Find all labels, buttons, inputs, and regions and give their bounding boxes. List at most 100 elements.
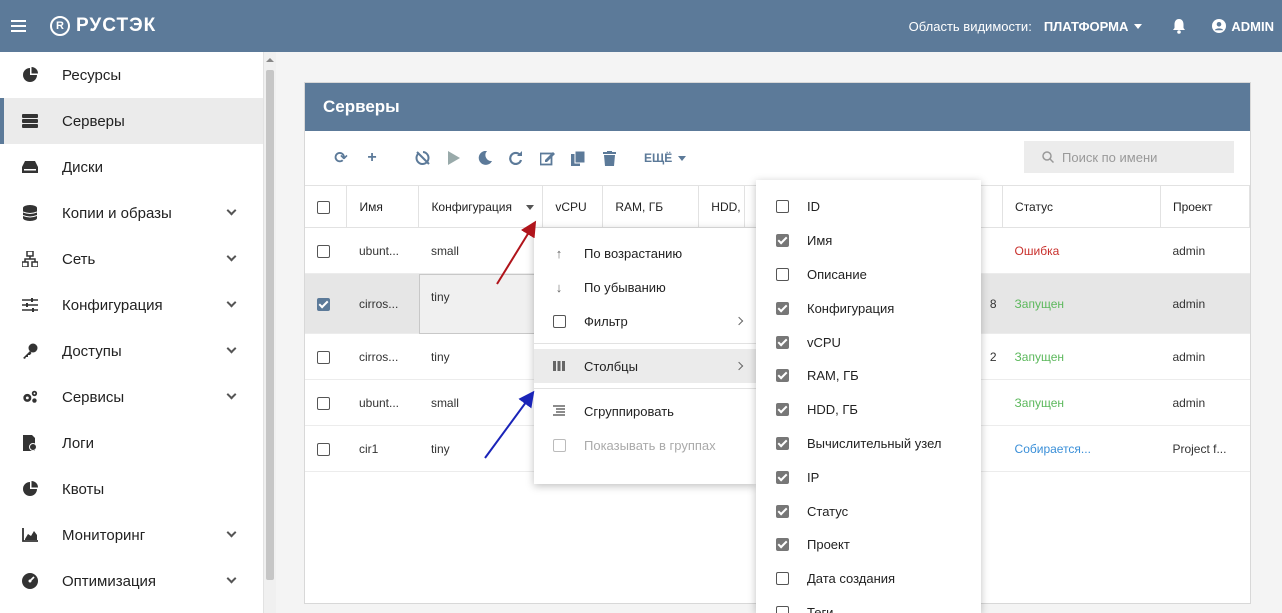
row-checkbox[interactable] [317,350,330,364]
moon-icon[interactable] [475,148,495,168]
trash-icon[interactable] [599,148,619,168]
scroll-up-icon[interactable] [266,58,274,62]
refresh-icon[interactable]: ⟳ [331,148,351,168]
column-checkbox[interactable] [776,470,789,484]
column-header-vcpu[interactable]: vCPU [542,185,604,228]
column-checkbox[interactable] [776,436,789,450]
menu-item-filter[interactable]: Фильтр [534,304,756,338]
column-option-compute-node[interactable]: Вычислительный узел [756,427,981,461]
more-button[interactable]: ЕЩЁ [644,151,687,165]
sidebar-item-network[interactable]: Сеть [0,236,263,282]
column-menu-icon[interactable] [525,204,534,210]
menu-item-show-groups: Показывать в группах [534,428,756,462]
row-checkbox[interactable] [317,396,330,410]
row-checkbox[interactable] [317,244,330,258]
menu-item-label: Сгруппировать [584,403,674,419]
column-option-status[interactable]: Статус [756,494,981,528]
sidebar-item-optimization[interactable]: Оптимизация [0,558,263,604]
pie-chart-icon [22,67,38,83]
sidebar-item-configuration[interactable]: Конфигурация [0,282,263,328]
scope-selector[interactable]: ПЛАТФОРМА [1044,19,1143,34]
sidebar-item-label: Мониторинг [62,526,146,544]
scrollbar-thumb[interactable] [266,70,274,580]
sidebar-item-label: Логи [62,434,95,452]
column-header-hdd[interactable]: HDD, [698,185,746,228]
menu-item-sort-desc[interactable]: ↓ По убыванию [534,270,756,304]
column-option-project[interactable]: Проект [756,528,981,562]
sidebar-item-access[interactable]: Доступы [0,328,263,374]
column-checkbox[interactable] [776,267,789,281]
sidebar-item-monitoring[interactable]: Мониторинг [0,512,263,558]
gauge-icon [22,573,38,589]
search-input[interactable]: Поиск по имени [1024,141,1234,173]
server-name[interactable]: cirros... [346,333,419,380]
status-badge: Запущен [1002,273,1161,334]
group-icon [552,405,566,417]
sidebar-item-label: Копии и образы [62,204,172,222]
user-menu[interactable]: ADMIN [1212,19,1274,34]
column-option-ip[interactable]: IP [756,460,981,494]
chevron-down-icon [226,527,237,538]
play-icon[interactable] [444,148,464,168]
row-checkbox[interactable] [317,442,330,456]
plus-icon[interactable]: + [362,148,382,168]
column-option-vcpu[interactable]: vCPU [756,325,981,359]
column-option-name[interactable]: Имя [756,224,981,258]
sidebar-scrollbar[interactable] [264,52,276,613]
column-option-ram[interactable]: RAM, ГБ [756,359,981,393]
bell-icon[interactable] [1172,18,1186,34]
column-header-status[interactable]: Статус [1002,185,1161,228]
column-checkbox[interactable] [776,200,789,214]
column-option-id[interactable]: ID [756,190,981,224]
server-name[interactable]: ubunt... [346,379,419,426]
column-header-name[interactable]: Имя [346,185,420,228]
sidebar-item-resources[interactable]: Ресурсы [0,52,263,98]
chevron-down-icon [678,155,687,161]
menu-icon[interactable] [0,25,36,27]
sidebar-item-disks[interactable]: Диски [0,144,263,190]
sidebar-item-services[interactable]: Сервисы [0,374,263,420]
server-name[interactable]: cir1 [346,425,419,472]
column-checkbox[interactable] [776,572,789,586]
column-header-project[interactable]: Проект [1160,185,1251,228]
column-header-ram[interactable]: RAM, ГБ [602,185,700,228]
column-option-hdd[interactable]: HDD, ГБ [756,393,981,427]
filter-checkbox[interactable] [552,314,566,328]
column-option-tags[interactable]: Теги [756,596,981,613]
column-option-config[interactable]: Конфигурация [756,291,981,325]
copy-icon[interactable] [568,148,588,168]
sidebar-item-label: Сервисы [62,388,125,406]
sidebar-item-logs[interactable]: Логи [0,420,263,466]
column-checkbox[interactable] [776,504,789,518]
column-checkbox[interactable] [776,369,789,383]
column-checkbox[interactable] [776,301,789,315]
column-option-description[interactable]: Описание [756,258,981,292]
menu-item-sort-asc[interactable]: ↑ По возрастанию [534,236,756,270]
sidebar-item-quotas[interactable]: Квоты [0,466,263,512]
column-checkbox[interactable] [776,605,789,613]
network-icon [22,251,38,267]
logo[interactable]: R РУСТЭК [50,15,156,37]
column-checkbox[interactable] [776,234,789,248]
select-all-checkbox[interactable] [317,200,330,214]
column-header-config[interactable]: Конфигурация [418,185,544,228]
column-checkbox[interactable] [776,538,789,552]
redo-icon[interactable] [506,148,526,168]
server-name[interactable]: ubunt... [346,227,419,274]
column-option-label: Теги [807,604,834,613]
quota-icon [22,481,38,497]
select-all-cell[interactable] [305,185,348,228]
sidebar-item-label: Оптимизация [62,572,157,590]
menu-item-columns[interactable]: Столбцы [534,349,756,383]
sidebar-item-backups-images[interactable]: Копии и образы [0,190,263,236]
column-checkbox[interactable] [776,335,789,349]
column-checkbox[interactable] [776,403,789,417]
restart-icon[interactable] [413,148,433,168]
sidebar-item-servers[interactable]: Серверы [0,98,263,144]
column-option-created[interactable]: Дата создания [756,562,981,596]
menu-item-group[interactable]: Сгруппировать [534,394,756,428]
server-name[interactable]: cirros... [346,273,419,334]
edit-icon[interactable] [537,148,557,168]
sidebar-item-label: Квоты [62,480,105,498]
row-checkbox[interactable] [317,297,330,311]
